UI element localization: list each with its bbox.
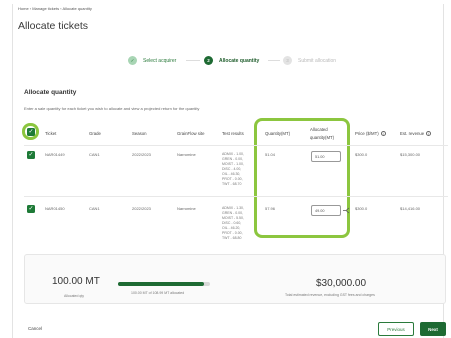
info-icon[interactable]: i xyxy=(426,131,432,137)
page-title: Allocate tickets xyxy=(18,20,89,32)
quantity: 57.96 xyxy=(265,206,276,211)
row-checkbox[interactable]: ✓ xyxy=(27,205,35,213)
previous-button[interactable]: Previous xyxy=(378,322,414,336)
step-submit-allocation: 3 Submit allocation xyxy=(283,56,336,65)
breadcrumb[interactable]: Home ‹ Manage tickets ‹ Allocate quantit… xyxy=(18,6,92,11)
test-results: ADMIX - 1.30, GREN - 0.00, MOIST - 5.50,… xyxy=(222,206,244,241)
col-revenue[interactable]: Est. revenue i xyxy=(400,131,432,137)
step-number: 2 xyxy=(204,56,213,65)
step-connector xyxy=(186,60,200,61)
section-description: Enter a sale quantity for each ticket yo… xyxy=(24,106,200,111)
col-ticket[interactable]: Ticket xyxy=(45,131,56,136)
col-season[interactable]: Season xyxy=(132,131,147,136)
allocation-progress-label: 100.00 MT of 108.99 MT allocated xyxy=(131,291,185,295)
step-label: Submit allocation xyxy=(298,57,337,64)
progress-stepper: ✓ Select acquirer 2 Allocate quantity 3 … xyxy=(0,56,451,72)
check-icon: ✓ xyxy=(128,56,137,65)
step-select-acquirer[interactable]: ✓ Select acquirer xyxy=(128,56,176,65)
price: $300.0 xyxy=(355,206,368,211)
col-price[interactable]: Price ($/MT) i xyxy=(355,131,386,137)
allocated-quantity-input[interactable]: 51.00 xyxy=(311,151,341,162)
season: 2022/2023 xyxy=(132,152,151,157)
step-connector xyxy=(268,60,280,61)
est-revenue: $15,300.00 xyxy=(400,152,421,157)
allocation-progress-fill xyxy=(118,282,204,286)
step-number: 3 xyxy=(283,56,292,65)
total-allocated: 100.00 MT xyxy=(52,276,100,287)
col-site[interactable]: GrainFlow site xyxy=(177,131,204,136)
price: $300.0 xyxy=(355,152,368,157)
ticket-id[interactable]: NAR01450 xyxy=(45,206,65,211)
step-label: Select acquirer xyxy=(143,57,177,64)
row-divider xyxy=(24,145,448,146)
site: Narromine xyxy=(177,206,196,211)
test-result: TWT - 68.80 xyxy=(222,236,242,240)
est-revenue: $14,416.00 xyxy=(400,206,421,211)
grade: CAN1 xyxy=(89,206,100,211)
step-allocate-quantity: 2 Allocate quantity xyxy=(204,56,259,65)
split-arrow-icon[interactable] xyxy=(343,207,350,214)
quantity-columns-highlight xyxy=(254,118,350,238)
total-allocated-label: Allocated qty xyxy=(64,294,85,298)
allocated-quantity-input[interactable]: 49.00 xyxy=(311,205,341,216)
col-quantity[interactable]: Quantity(MT) xyxy=(265,131,290,136)
grade: CAN1 xyxy=(89,152,100,157)
quantity: 51.04 xyxy=(265,152,276,157)
allocation-progress-bar xyxy=(118,282,210,286)
site: Narromine xyxy=(177,152,196,157)
section-title: Allocate quantity xyxy=(24,89,77,96)
row-checkbox[interactable]: ✓ xyxy=(27,151,35,159)
row-divider xyxy=(24,196,448,197)
col-allocated-line2: quantity(MT) xyxy=(310,135,335,140)
next-button[interactable]: Next xyxy=(420,322,446,336)
select-all-checkbox[interactable]: ✓ xyxy=(27,128,35,136)
total-revenue: $30,000.00 xyxy=(316,278,367,289)
col-test-results[interactable]: Test results xyxy=(222,131,244,136)
cancel-link[interactable]: Cancel xyxy=(28,326,42,331)
col-grade[interactable]: Grade xyxy=(89,131,101,136)
test-result: TWT - 68.70 xyxy=(222,182,242,186)
ticket-id[interactable]: NAR01449 xyxy=(45,152,65,157)
col-revenue-label: Est. revenue xyxy=(400,131,425,136)
step-label: Allocate quantity xyxy=(219,57,260,64)
col-price-label: Price ($/MT) xyxy=(355,131,379,136)
season: 2022/2023 xyxy=(132,206,151,211)
col-allocated-line1: Allocated xyxy=(310,127,328,132)
info-icon[interactable]: i xyxy=(380,131,386,137)
total-revenue-label: Total estimated revenue, excluding GST f… xyxy=(285,293,375,297)
test-results: ADMIX - 1.00, GREN - 0.00, MOIST - 1.00,… xyxy=(222,152,244,187)
